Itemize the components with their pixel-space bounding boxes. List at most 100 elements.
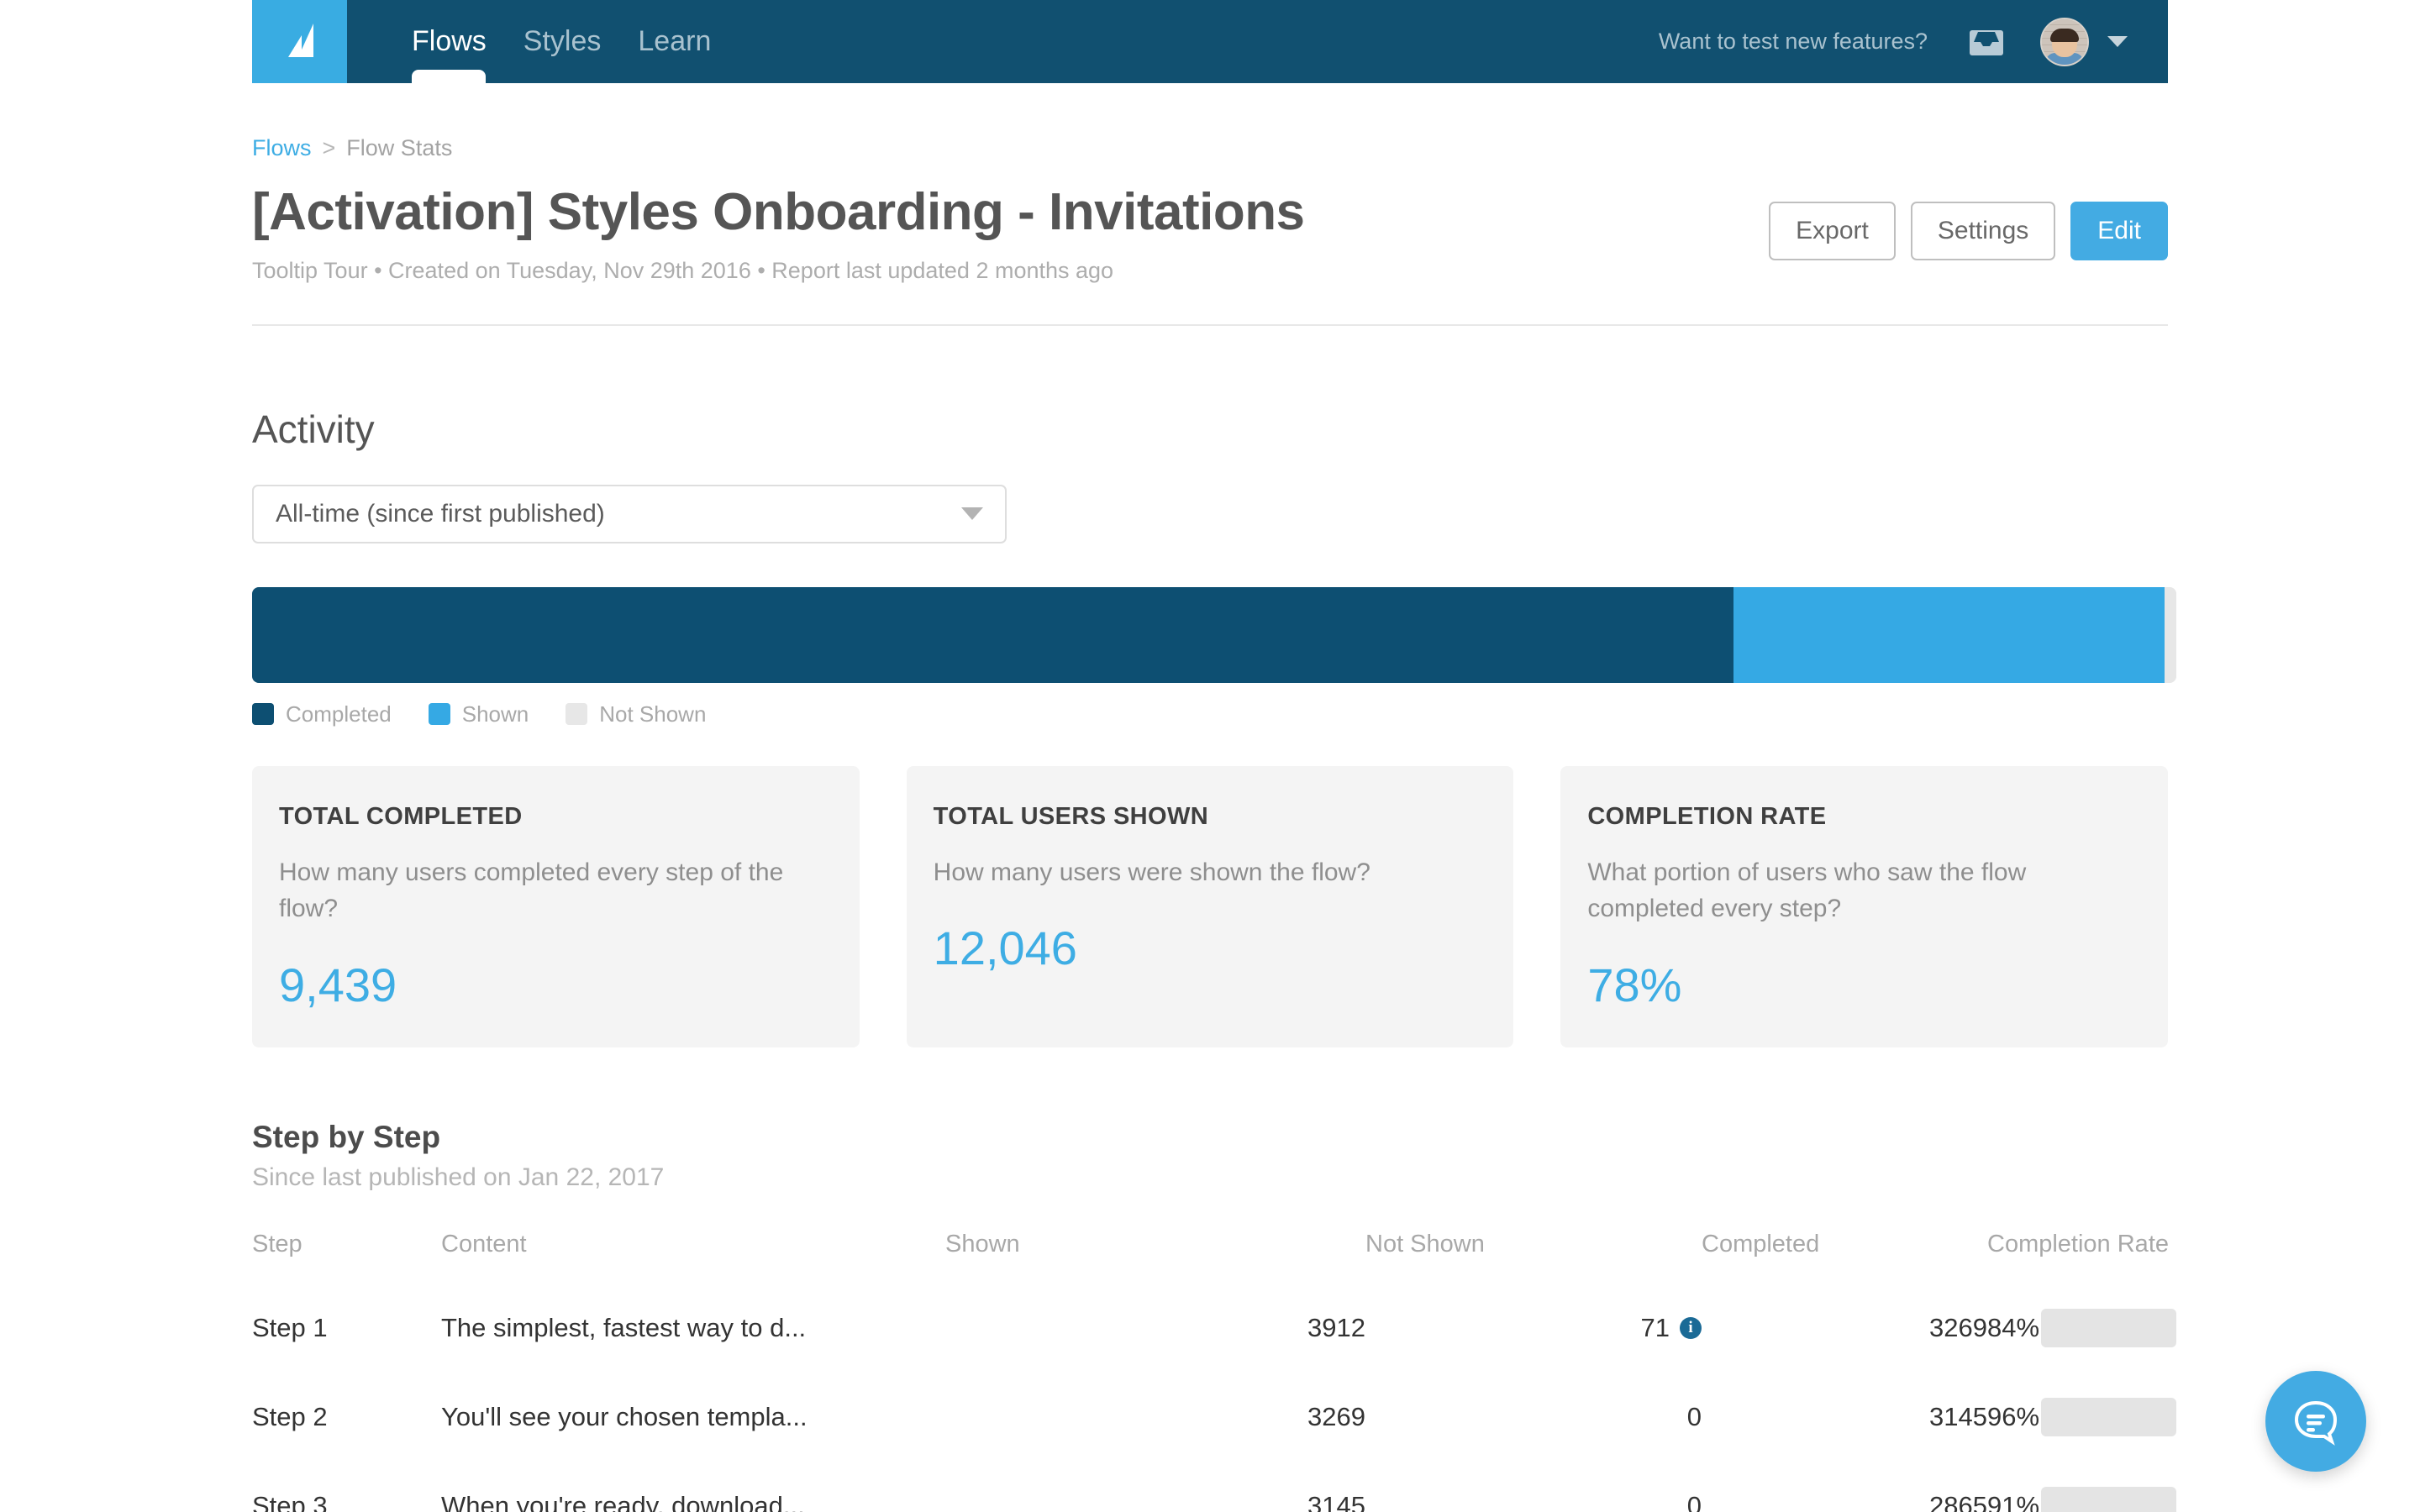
legend-label-completed: Completed — [286, 701, 392, 727]
stat-card-label: TOTAL USERS SHOWN — [933, 802, 1209, 830]
breadcrumb-flows-link[interactable]: Flows — [252, 135, 312, 161]
info-icon[interactable]: i — [1680, 1316, 1702, 1339]
header-divider — [252, 324, 2168, 327]
cell-completion-rate: 91% — [1987, 1462, 2176, 1512]
date-range-select[interactable]: All-time (since first published) — [252, 484, 1007, 543]
legend-label-not-shown: Not Shown — [599, 701, 707, 727]
cell-not-shown: 0 — [1686, 1401, 1702, 1431]
nav-link-flows-label: Flows — [412, 25, 487, 57]
inbox-icon-glyph — [1970, 29, 2003, 55]
legend-swatch-completed — [252, 703, 274, 726]
page-subtitle: Tooltip Tour • Created on Tuesday, Nov 2… — [252, 258, 1114, 284]
steps-table-head: Step Content Shown Not Shown Completed C… — [252, 1231, 2176, 1284]
table-row[interactable]: Step 3 When you're ready, download... 31… — [252, 1462, 2176, 1512]
stat-card-total-completed: TOTAL COMPLETED How many users completed… — [252, 765, 860, 1047]
inbox-icon[interactable] — [1968, 25, 2005, 59]
settings-button[interactable]: Settings — [1910, 202, 2056, 260]
bar-segment-completed[interactable] — [252, 586, 1734, 683]
chat-bubble-icon — [2294, 1400, 2338, 1446]
cell-shown: 3912 — [1307, 1312, 1365, 1342]
column-header-shown: Shown — [945, 1230, 1020, 1257]
avatar[interactable] — [2040, 17, 2089, 66]
stat-card-completion-rate: COMPLETION RATE What portion of users wh… — [1560, 765, 2169, 1047]
rate-wrap: 84% — [1987, 1308, 2176, 1347]
cell-completion-rate: 96% — [1987, 1373, 2176, 1462]
step-by-step-subtitle: Since last published on Jan 22, 2017 — [252, 1163, 665, 1191]
column-header-completed: Completed — [1702, 1230, 1820, 1257]
avatar-hair — [2050, 29, 2079, 43]
activity-legend: Completed Shown Not Shown — [252, 701, 2168, 727]
page-gutter-right — [2168, 0, 2420, 1512]
page-actions: Export Settings Edit — [1769, 183, 2168, 260]
rate-progress-track — [2041, 1486, 2176, 1512]
stat-card-value: 9,439 — [279, 958, 397, 1011]
cell-step: Step 1 — [252, 1312, 328, 1342]
legend-item-completed: Completed — [252, 701, 392, 727]
nav-link-styles-label: Styles — [523, 25, 602, 57]
stat-card-label: TOTAL COMPLETED — [279, 802, 523, 830]
cell-completed: 3145 — [1929, 1401, 1987, 1431]
legend-label-shown: Shown — [461, 701, 529, 727]
cell-completed: 3269 — [1929, 1312, 1987, 1342]
nav-link-styles[interactable]: Styles — [505, 0, 620, 83]
page-header-text: [Activation] Styles Onboarding - Invitat… — [252, 183, 1305, 284]
legend-item-not-shown: Not Shown — [566, 701, 706, 727]
step-by-step-title: Step by Step — [252, 1119, 441, 1154]
nav-link-flows[interactable]: Flows — [393, 0, 505, 83]
cell-rate-value: 84% — [1987, 1312, 2040, 1342]
edit-button[interactable]: Edit — [2070, 202, 2168, 260]
stat-card-value: 12,046 — [933, 921, 1077, 975]
stat-card-description: How many users were shown the flow? — [933, 858, 1370, 886]
rate-progress-track — [2041, 1308, 2176, 1347]
logo-tile[interactable] — [252, 0, 347, 83]
column-header-not-shown: Not Shown — [1365, 1230, 1485, 1257]
nav-link-learn-label: Learn — [638, 25, 712, 57]
beta-features-link[interactable]: Want to test new features? — [1659, 29, 1928, 55]
table-row[interactable]: Step 2 You'll see your chosen templa... … — [252, 1373, 2176, 1462]
breadcrumb-current: Flow Stats — [346, 135, 453, 160]
stat-card-value: 78% — [1587, 958, 1682, 1011]
nav-link-learn[interactable]: Learn — [619, 0, 729, 83]
column-header-step: Step — [252, 1230, 302, 1257]
page-title: [Activation] Styles Onboarding - Invitat… — [252, 183, 1305, 241]
appcues-logo-icon — [287, 23, 313, 57]
cell-content: You'll see your chosen templa... — [441, 1401, 808, 1431]
cell-completed: 2865 — [1929, 1490, 1987, 1512]
cell-rate-value: 96% — [1987, 1401, 2040, 1431]
cell-content: When you're ready, download... — [441, 1490, 805, 1512]
main-content: Flows > Flow Stats [Activation] Styles O… — [252, 83, 2176, 1512]
top-navbar: Flows Styles Learn Want to test new feat… — [252, 0, 2168, 83]
cell-not-shown: 0 — [1686, 1490, 1702, 1512]
chevron-down-icon — [961, 507, 983, 521]
chat-launcher-button[interactable] — [2265, 1371, 2366, 1472]
cell-shown: 3145 — [1307, 1490, 1365, 1512]
bar-segment-shown[interactable] — [1733, 586, 2165, 683]
steps-table: Step Content Shown Not Shown Completed C… — [252, 1231, 2176, 1512]
chevron-down-icon[interactable] — [2107, 36, 2128, 47]
nav-right-group: Want to test new features? — [1659, 0, 2168, 83]
cell-step: Step 2 — [252, 1401, 328, 1431]
stat-cards: TOTAL COMPLETED How many users completed… — [252, 765, 2169, 1047]
date-range-select-value: All-time (since first published) — [276, 499, 605, 528]
rate-progress-track — [2041, 1397, 2176, 1436]
step-by-step-header: Step by Step Since last published on Jan… — [252, 1120, 2168, 1192]
cell-completion-rate: 84% — [1987, 1284, 2176, 1373]
stat-card-description: How many users completed every step of t… — [279, 858, 784, 923]
rate-wrap: 91% — [1987, 1486, 2176, 1512]
column-header-content: Content — [441, 1230, 527, 1257]
steps-table-body: Step 1 The simplest, fastest way to d...… — [252, 1284, 2176, 1512]
cell-rate-value: 91% — [1987, 1490, 2040, 1512]
stat-card-description: What portion of users who saw the flow c… — [1587, 858, 2027, 923]
cell-shown: 3269 — [1307, 1401, 1365, 1431]
not-shown-wrap: 71 i — [1365, 1313, 1702, 1343]
page-gutter-left — [0, 0, 252, 1512]
page-header-row: [Activation] Styles Onboarding - Invitat… — [252, 183, 2168, 284]
bar-segment-not-shown[interactable] — [2165, 586, 2176, 683]
export-button[interactable]: Export — [1769, 202, 1896, 260]
legend-swatch-not-shown — [566, 703, 588, 726]
stat-card-total-users-shown: TOTAL USERS SHOWN How many users were sh… — [906, 765, 1514, 1047]
table-row[interactable]: Step 1 The simplest, fastest way to d...… — [252, 1284, 2176, 1373]
legend-item-shown: Shown — [428, 701, 529, 727]
breadcrumb-separator: > — [322, 135, 336, 160]
steps-table-header-row: Step Content Shown Not Shown Completed C… — [252, 1231, 2176, 1284]
